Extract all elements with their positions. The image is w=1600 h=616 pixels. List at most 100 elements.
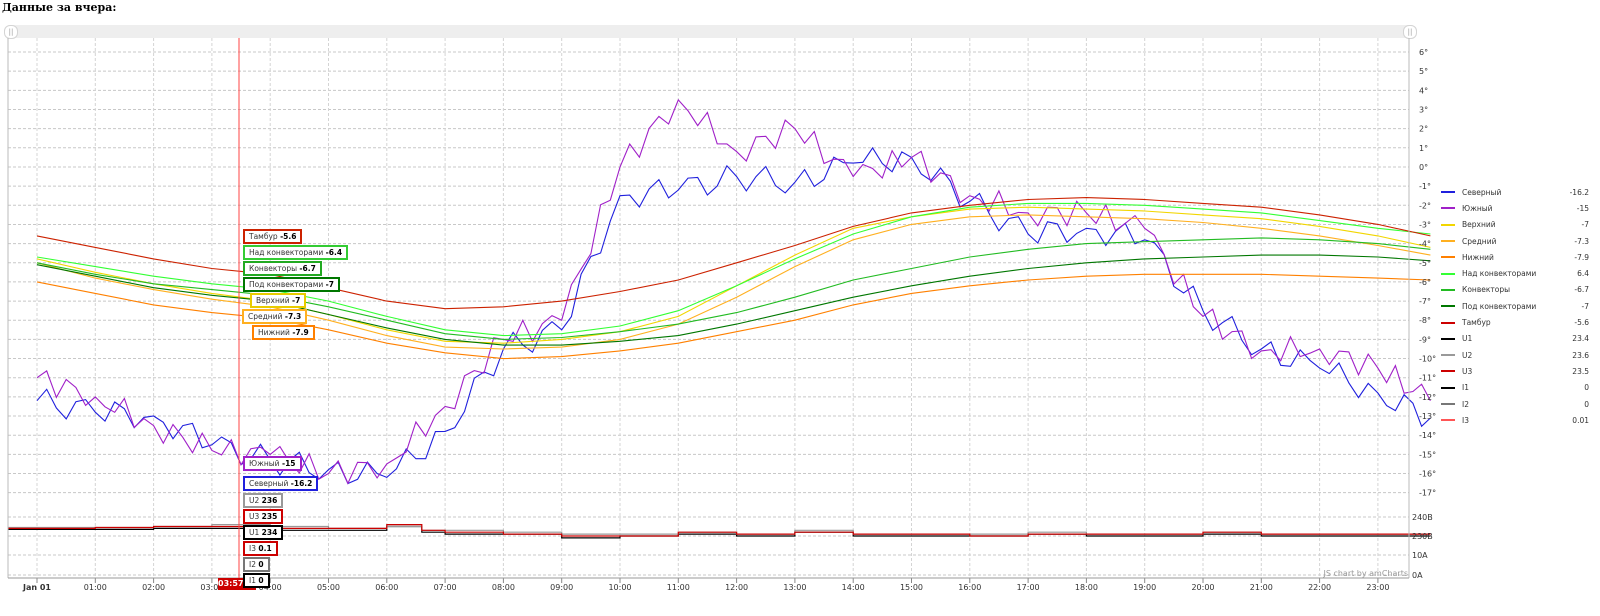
balloon-value: -16.2 (290, 479, 313, 488)
balloon-label: U2 (249, 496, 260, 505)
y-tick-label: -13° (1419, 412, 1436, 421)
legend-swatch (1441, 240, 1455, 243)
legend-swatch (1441, 370, 1455, 373)
balloon-value: -7 (292, 296, 301, 305)
legend-value: -6.7 (1574, 285, 1589, 295)
x-tick-label: 17:00 (1017, 583, 1040, 592)
x-tick-label: 20:00 (1191, 583, 1214, 592)
y2-tick-label: 0А (1412, 571, 1423, 580)
cursor-balloon: U2 236 (243, 493, 284, 508)
legend-swatch (1441, 256, 1455, 259)
x-tick-label: 07:00 (434, 583, 457, 592)
legend-value: -7.3 (1574, 236, 1589, 246)
legend-swatch (1441, 321, 1455, 324)
balloon-label: Южный (249, 459, 280, 468)
legend-value: -5.6 (1574, 318, 1589, 328)
x-tick-label: 01:00 (84, 583, 107, 592)
balloon-value: 0 (258, 560, 264, 569)
cursor-balloon: Южный -15 (243, 456, 302, 471)
legend-item[interactable]: Под конвекторами -7 (1441, 298, 1589, 314)
legend-value: -16.2 (1569, 187, 1589, 197)
legend-value: 23.4 (1572, 334, 1589, 344)
y-tick-label: -6° (1419, 278, 1431, 287)
balloon-value: 0.1 (258, 544, 272, 553)
legend-item[interactable]: Над конвекторами 6.4 (1441, 265, 1589, 281)
y-tick-label: 5° (1419, 67, 1428, 76)
y-tick-label: 4° (1419, 86, 1428, 95)
balloon-value: -7.3 (284, 312, 302, 321)
legend-label: I1 (1462, 383, 1469, 393)
balloon-label: Средний (248, 312, 283, 321)
legend-label: U2 (1462, 350, 1473, 360)
y-tick-label: -16° (1419, 470, 1436, 479)
legend-swatch (1441, 223, 1455, 226)
cursor-balloon: I1 0 (243, 573, 270, 588)
legend-label: Средний (1462, 236, 1497, 246)
balloon-label: Под конвекторами (249, 280, 324, 289)
legend-label: Конвекторы (1462, 285, 1511, 295)
cursor-balloon: Верхний -7 (250, 293, 307, 308)
legend-label: Нижний (1462, 252, 1494, 262)
cursor-balloon: U3 235 (243, 509, 284, 524)
legend-label: I3 (1462, 415, 1469, 425)
y-tick-label: -17° (1419, 489, 1436, 498)
x-tick-label: 12:00 (725, 583, 748, 592)
x-tick-label: 18:00 (1075, 583, 1098, 592)
legend-item[interactable]: U2 23.6 (1441, 347, 1589, 363)
cursor-balloon: Тамбур -5.6 (243, 229, 303, 244)
cursor-balloon: Над конвекторами -6.4 (243, 245, 349, 260)
cursor-balloon: Средний -7.3 (242, 309, 308, 324)
y-tick-label: -7° (1419, 297, 1431, 306)
legend-label: Тамбур (1462, 318, 1491, 328)
legend-item[interactable]: I2 0 (1441, 396, 1589, 412)
chart-plot-area[interactable]: 6° 5° 4° 3° 2° 1° 0° -1° -2° -3° -4° -5° -6° -7° -8° -9… (0, 0, 1600, 616)
legend-item[interactable]: Нижний -7.9 (1441, 249, 1589, 265)
chart-legend: Северный -16.2 Южный -15 Верхний -7 Средний -7.… (1441, 184, 1589, 428)
legend-item[interactable]: I1 0 (1441, 380, 1589, 396)
balloon-label: Северный (249, 479, 289, 488)
legend-swatch (1441, 305, 1455, 308)
legend-swatch (1441, 419, 1455, 422)
y-tick-label: 0° (1419, 163, 1428, 172)
balloon-value: 236 (261, 496, 278, 505)
legend-item[interactable]: U3 23.5 (1441, 363, 1589, 379)
legend-item[interactable]: Тамбур -5.6 (1441, 314, 1589, 330)
amcharts-credit[interactable]: JS chart by amCharts (1322, 569, 1408, 578)
legend-swatch (1441, 288, 1455, 291)
y-tick-label: -4° (1419, 240, 1431, 249)
legend-item[interactable]: I3 0.01 (1441, 412, 1589, 428)
x-tick-label: 10:00 (608, 583, 631, 592)
balloon-value: -15 (281, 459, 296, 468)
legend-item[interactable]: Северный -16.2 (1441, 184, 1589, 200)
legend-swatch (1441, 191, 1455, 194)
legend-item[interactable]: Южный -15 (1441, 200, 1589, 216)
legend-item[interactable]: Средний -7.3 (1441, 233, 1589, 249)
balloon-value: -7 (325, 280, 334, 289)
legend-item[interactable]: U1 23.4 (1441, 331, 1589, 347)
x-tick-label: 09:00 (550, 583, 573, 592)
balloon-label: Над конвекторами (249, 248, 324, 257)
y2-tick-label: 240В (1412, 513, 1433, 522)
cursor-balloon: Нижний -7.9 (252, 325, 315, 340)
x-tick-label: 16:00 (958, 583, 981, 592)
legend-item[interactable]: Верхний -7 (1441, 217, 1589, 233)
x-tick-label: 05:00 (317, 583, 340, 592)
balloon-value: -6.4 (325, 248, 343, 257)
balloon-label: Верхний (256, 296, 290, 305)
y-tick-label: -14° (1419, 431, 1436, 440)
y-tick-label: -2° (1419, 201, 1431, 210)
legend-item[interactable]: Конвекторы -6.7 (1441, 282, 1589, 298)
cursor-balloon: I2 0 (243, 557, 270, 572)
y-tick-label: -5° (1419, 259, 1431, 268)
y-tick-label: -1° (1419, 182, 1431, 191)
x-tick-label: 14:00 (842, 583, 865, 592)
legend-label: Южный (1462, 203, 1493, 213)
legend-value: -7 (1581, 301, 1589, 311)
legend-value: 23.5 (1572, 366, 1589, 376)
legend-label: Северный (1462, 187, 1502, 197)
cursor-balloon: I3 0.1 (243, 541, 278, 556)
y-tick-label: 2° (1419, 125, 1428, 134)
legend-value: -15 (1576, 203, 1589, 213)
x-tick-label: 15:00 (900, 583, 923, 592)
x-tick-label: 11:00 (667, 583, 690, 592)
